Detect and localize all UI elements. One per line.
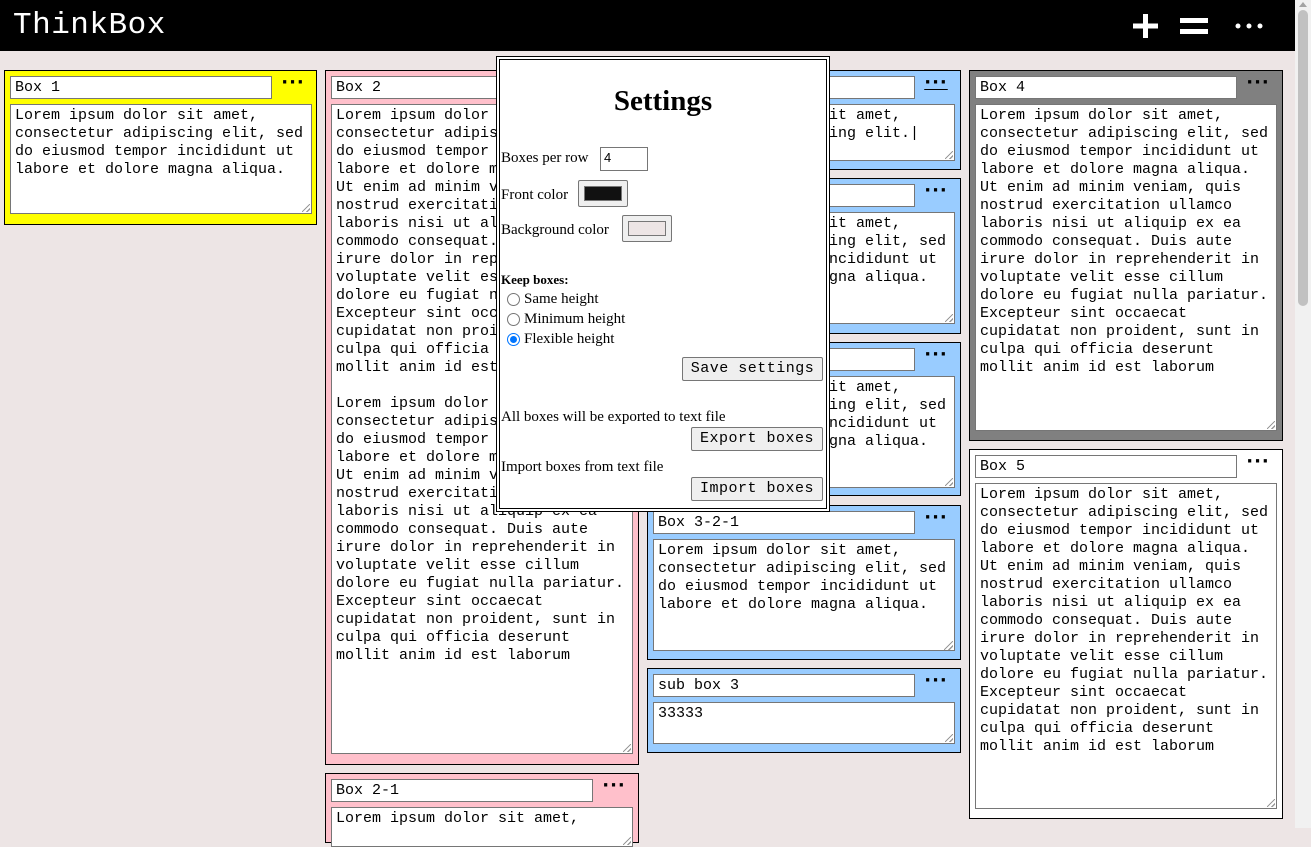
resize-grip-icon[interactable] (944, 642, 952, 650)
export-boxes-button[interactable]: Export boxes (691, 427, 823, 451)
scroll-up-arrow-icon[interactable] (1299, 2, 1307, 7)
top-bar: ThinkBox (0, 0, 1295, 51)
boxes-per-row-label: Boxes per row (501, 150, 589, 166)
front-color-picker[interactable] (578, 180, 628, 207)
resize-grip-icon[interactable] (1267, 799, 1275, 807)
radio-button[interactable] (507, 313, 520, 326)
resize-grip-icon[interactable] (623, 744, 631, 752)
export-description: All boxes will be exported to text file (501, 409, 726, 425)
settings-dialog: Settings Boxes per row 4 Front color Bac… (496, 56, 830, 512)
ellipsis-icon[interactable] (1234, 11, 1266, 41)
box-1: Box 1 ··· Lorem ipsum dolor sit amet, co… (4, 70, 317, 225)
resize-grip-icon[interactable] (945, 151, 953, 159)
front-color-label: Front color (501, 187, 569, 203)
box-menu-button[interactable]: ··· (921, 672, 951, 697)
keep-boxes-label: Keep boxes: (501, 272, 569, 287)
plus-icon[interactable] (1130, 11, 1162, 41)
box-3-2-1: Box 3-2-1 ··· Lorem ipsum dolor sit amet… (647, 505, 961, 660)
box-menu-button[interactable]: ··· (921, 509, 951, 534)
resize-grip-icon[interactable] (945, 314, 953, 322)
box-4: Box 4 ··· Lorem ipsum dolor sit amet, co… (969, 70, 1283, 441)
radio-label: Minimum height (524, 311, 626, 327)
box-content-textarea[interactable]: Lorem ipsum dolor sit amet, consectetur … (975, 104, 1277, 431)
radio-button[interactable] (507, 293, 520, 306)
box-title-input[interactable]: Box 5 (975, 455, 1237, 478)
scrollbar-thumb[interactable] (1298, 10, 1308, 306)
box-menu-button[interactable]: ··· (921, 74, 951, 99)
equals-icon[interactable] (1178, 11, 1210, 41)
import-description: Import boxes from text file (501, 459, 664, 475)
box-content-textarea[interactable]: 33333 (653, 702, 955, 744)
box-content-textarea[interactable]: Lorem ipsum dolor sit amet, consectetur … (975, 483, 1277, 809)
box-title-input[interactable]: sub box 3 (653, 674, 915, 697)
save-settings-button[interactable]: Save settings (682, 357, 823, 381)
app-title: ThinkBox (13, 8, 166, 43)
front-color-swatch (584, 186, 622, 201)
box-2-1: Box 2-1 ··· Lorem ipsum dolor sit amet, (325, 773, 639, 847)
box-menu-button[interactable]: ··· (1243, 74, 1273, 99)
settings-title: Settings (613, 85, 713, 117)
resize-grip-icon[interactable] (945, 734, 953, 742)
radio-label: Flexible height (524, 331, 615, 347)
box-content-textarea[interactable]: Lorem ipsum dolor sit amet, consectetur … (653, 539, 955, 651)
scrollbar[interactable] (1295, 0, 1311, 828)
box-title-input[interactable]: Box 3-2-1 (653, 511, 915, 534)
resize-grip-icon[interactable] (623, 837, 631, 845)
box-content-textarea[interactable]: Lorem ipsum dolor sit amet, consectetur … (10, 104, 312, 214)
box-title-input[interactable]: Box 4 (975, 76, 1237, 99)
background-color-picker[interactable] (622, 215, 672, 242)
box-menu-button[interactable]: ··· (278, 74, 308, 99)
radio-button[interactable] (507, 333, 520, 346)
box-menu-button[interactable]: ··· (921, 182, 951, 207)
boxes-per-row-input[interactable]: 4 (600, 147, 648, 171)
radio-label: Same height (524, 291, 599, 307)
box-title-input[interactable]: Box 2-1 (331, 779, 593, 802)
box-content-textarea[interactable]: Lorem ipsum dolor sit amet, (331, 807, 633, 847)
import-boxes-button[interactable]: Import boxes (691, 477, 823, 501)
background-color-swatch (628, 221, 666, 236)
resize-grip-icon[interactable] (945, 478, 953, 486)
box-5: Box 5 ··· Lorem ipsum dolor sit amet, co… (969, 449, 1283, 819)
box-title-input[interactable]: Box 1 (10, 76, 272, 99)
sub-box-3: sub box 3 ··· 33333 (647, 668, 961, 753)
background-color-label: Background color (501, 222, 609, 238)
resize-grip-icon[interactable] (302, 204, 310, 212)
resize-grip-icon[interactable] (1267, 421, 1275, 429)
box-menu-button[interactable]: ··· (599, 777, 629, 802)
box-menu-button[interactable]: ··· (1243, 453, 1273, 478)
box-menu-button[interactable]: ··· (921, 346, 951, 371)
